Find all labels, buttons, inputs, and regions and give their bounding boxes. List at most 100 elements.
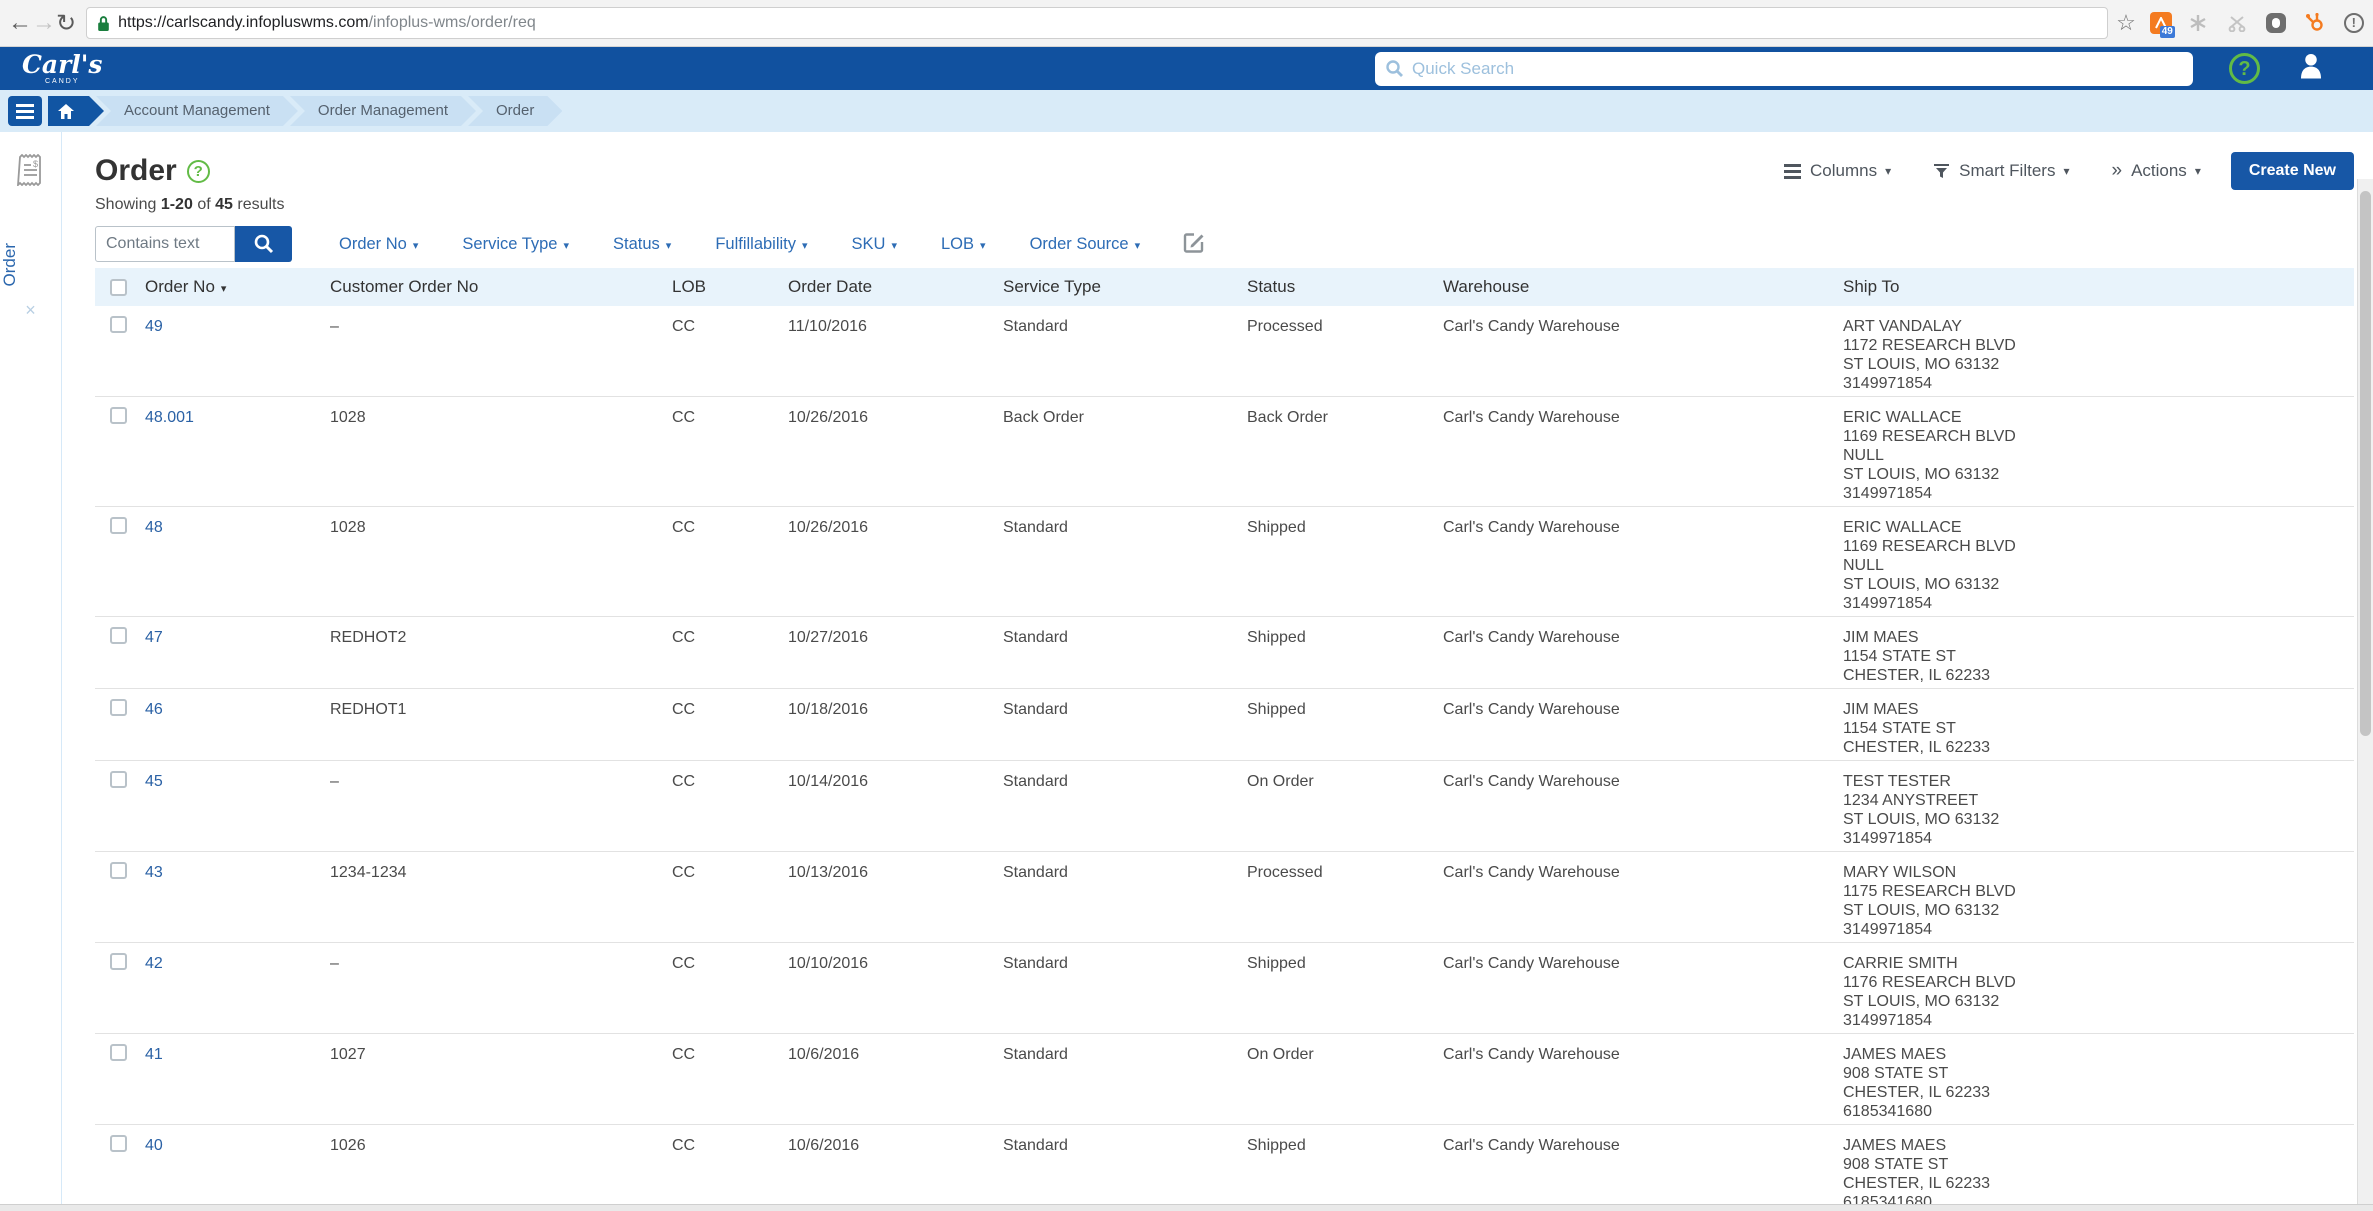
row-checkbox[interactable] <box>110 517 127 534</box>
column-header-order-date[interactable]: Order Date <box>788 277 1003 297</box>
order-no-link[interactable]: 40 <box>145 1125 330 1211</box>
order-no-link[interactable]: 48 <box>145 507 330 616</box>
filter-order-source[interactable]: Order Source▾ <box>1030 235 1141 254</box>
table-row[interactable]: 47REDHOT2CC10/27/2016StandardShippedCarl… <box>95 617 2354 689</box>
row-checkbox[interactable] <box>110 1044 127 1061</box>
filter-service-type[interactable]: Service Type▾ <box>462 235 569 254</box>
customer-order-no-cell: REDHOT1 <box>330 689 672 760</box>
extension-sprocket-icon[interactable] <box>2302 10 2328 36</box>
order-receipt-icon[interactable]: $ <box>17 154 44 186</box>
search-button[interactable] <box>235 226 292 262</box>
create-new-button[interactable]: Create New <box>2231 152 2354 190</box>
row-checkbox[interactable] <box>110 862 127 879</box>
extension-orange-icon[interactable]: 49 <box>2150 12 2172 34</box>
smart-filters-dropdown[interactable]: Smart Filters ▾ <box>1933 161 2069 181</box>
order-no-link[interactable]: 46 <box>145 689 330 760</box>
browser-reload-icon[interactable]: ↻ <box>56 9 76 38</box>
url-text: https://carlscandy.infopluswms.com/infop… <box>118 14 536 32</box>
quick-search[interactable] <box>1375 52 2193 86</box>
order-no-link[interactable]: 42 <box>145 943 330 1033</box>
column-header-label: Status <box>1247 277 1295 296</box>
column-header-warehouse[interactable]: Warehouse <box>1443 277 1843 297</box>
warehouse-cell: Carl's Candy Warehouse <box>1443 306 1843 396</box>
scrollbar-thumb[interactable] <box>2360 191 2371 736</box>
ship-to-line: ERIC WALLACE <box>1843 518 2354 537</box>
ship-to-line: 908 STATE ST <box>1843 1155 2354 1174</box>
results-total: 45 <box>215 196 233 213</box>
vertical-scrollbar[interactable] <box>2357 179 2373 1204</box>
breadcrumb-item-order-management[interactable]: Order Management <box>290 96 476 126</box>
column-header-order-no[interactable]: Order No▾ <box>145 277 330 297</box>
filter-status[interactable]: Status▾ <box>613 235 671 254</box>
url-domain: https://carlscandy.infopluswms.com <box>118 14 368 31</box>
table-row[interactable]: 46REDHOT1CC10/18/2016StandardShippedCarl… <box>95 689 2354 761</box>
table-row[interactable]: 401026CC10/6/2016StandardShippedCarl's C… <box>95 1125 2354 1211</box>
browser-forward-icon[interactable]: → <box>32 9 56 37</box>
page-body: $ Order × Order ? Columns ▾ Smart Filter… <box>0 132 2373 1204</box>
select-all-checkbox[interactable] <box>110 279 127 296</box>
extension-asterisk-icon[interactable] <box>2185 10 2211 36</box>
side-tab-order-label[interactable]: Order <box>0 243 20 286</box>
row-checkbox[interactable] <box>110 316 127 333</box>
bookmark-star-icon[interactable]: ☆ <box>2116 10 2136 36</box>
filter-sku[interactable]: SKU▾ <box>852 235 897 254</box>
breadcrumb-home[interactable] <box>48 96 104 126</box>
breadcrumb-item-account-management[interactable]: Account Management <box>96 96 298 126</box>
order-no-link[interactable]: 49 <box>145 306 330 396</box>
column-header-status[interactable]: Status <box>1247 277 1443 297</box>
column-header-service-type[interactable]: Service Type <box>1003 277 1247 297</box>
chevron-down-icon: ▾ <box>2063 164 2069 178</box>
row-checkbox[interactable] <box>110 953 127 970</box>
order-no-link[interactable]: 48.001 <box>145 397 330 506</box>
row-checkbox[interactable] <box>110 699 127 716</box>
order-no-link[interactable]: 43 <box>145 852 330 942</box>
row-checkbox[interactable] <box>110 771 127 788</box>
filter-order-no[interactable]: Order No▾ <box>339 235 418 254</box>
order-no-link[interactable]: 47 <box>145 617 330 688</box>
ship-to-line: MARY WILSON <box>1843 863 2354 882</box>
column-header-ship-to[interactable]: Ship To <box>1843 277 2354 297</box>
order-no-link[interactable]: 45 <box>145 761 330 851</box>
row-checkbox[interactable] <box>110 627 127 644</box>
column-header-lob[interactable]: LOB <box>672 277 788 297</box>
column-header-customer-order-no[interactable]: Customer Order No <box>330 277 672 297</box>
extension-alert-icon[interactable]: ! <box>2341 10 2367 36</box>
table-row[interactable]: 49–CC11/10/2016StandardProcessedCarl's C… <box>95 306 2354 397</box>
carls-candy-logo[interactable]: Carl's CANDY <box>22 52 103 85</box>
columns-icon <box>1784 164 1801 167</box>
table-row[interactable]: 42–CC10/10/2016StandardShippedCarl's Can… <box>95 943 2354 1034</box>
contains-text-input[interactable] <box>95 226 235 262</box>
row-checkbox[interactable] <box>110 1135 127 1152</box>
column-header-label: Warehouse <box>1443 277 1529 296</box>
table-row[interactable]: 48.0011028CC10/26/2016Back OrderBack Ord… <box>95 397 2354 507</box>
row-checkbox[interactable] <box>110 407 127 424</box>
help-icon[interactable]: ? <box>2229 53 2260 84</box>
table-row[interactable]: 481028CC10/26/2016StandardShippedCarl's … <box>95 507 2354 617</box>
breadcrumb-item-order[interactable]: Order <box>468 96 562 126</box>
menu-hamburger-icon[interactable] <box>8 96 42 126</box>
extension-scissors-icon[interactable] <box>2224 10 2250 36</box>
actions-label: Actions <box>2131 161 2187 181</box>
columns-dropdown[interactable]: Columns ▾ <box>1784 161 1891 181</box>
actions-dropdown[interactable]: » Actions ▾ <box>2111 160 2200 182</box>
service-type-cell: Standard <box>1003 306 1247 396</box>
page-help-icon[interactable]: ? <box>187 160 210 183</box>
extension-dark-icon[interactable] <box>2263 10 2289 36</box>
order-no-link[interactable]: 41 <box>145 1034 330 1124</box>
ship-to-line: CHESTER, IL 62233 <box>1843 1083 2354 1102</box>
status-cell: Back Order <box>1247 397 1443 506</box>
quick-search-input[interactable] <box>1412 59 2183 79</box>
orders-table: Order No▾Customer Order NoLOBOrder DateS… <box>95 268 2354 1211</box>
table-row[interactable]: 431234-1234CC10/13/2016StandardProcessed… <box>95 852 2354 943</box>
order-date-cell: 10/26/2016 <box>788 507 1003 616</box>
filter-fulfillability[interactable]: Fulfillability▾ <box>715 235 807 254</box>
side-tab-close-icon[interactable]: × <box>0 300 61 321</box>
table-row[interactable]: 45–CC10/14/2016StandardOn OrderCarl's Ca… <box>95 761 2354 852</box>
browser-back-icon[interactable]: ← <box>8 9 32 37</box>
address-bar[interactable]: https://carlscandy.infopluswms.com/infop… <box>86 7 2108 39</box>
ship-to-line: 1154 STATE ST <box>1843 719 2354 738</box>
user-profile-icon[interactable] <box>2296 51 2326 86</box>
filter-lob[interactable]: LOB▾ <box>941 235 986 254</box>
table-row[interactable]: 411027CC10/6/2016StandardOn OrderCarl's … <box>95 1034 2354 1125</box>
edit-filter-icon[interactable] <box>1182 230 1206 259</box>
